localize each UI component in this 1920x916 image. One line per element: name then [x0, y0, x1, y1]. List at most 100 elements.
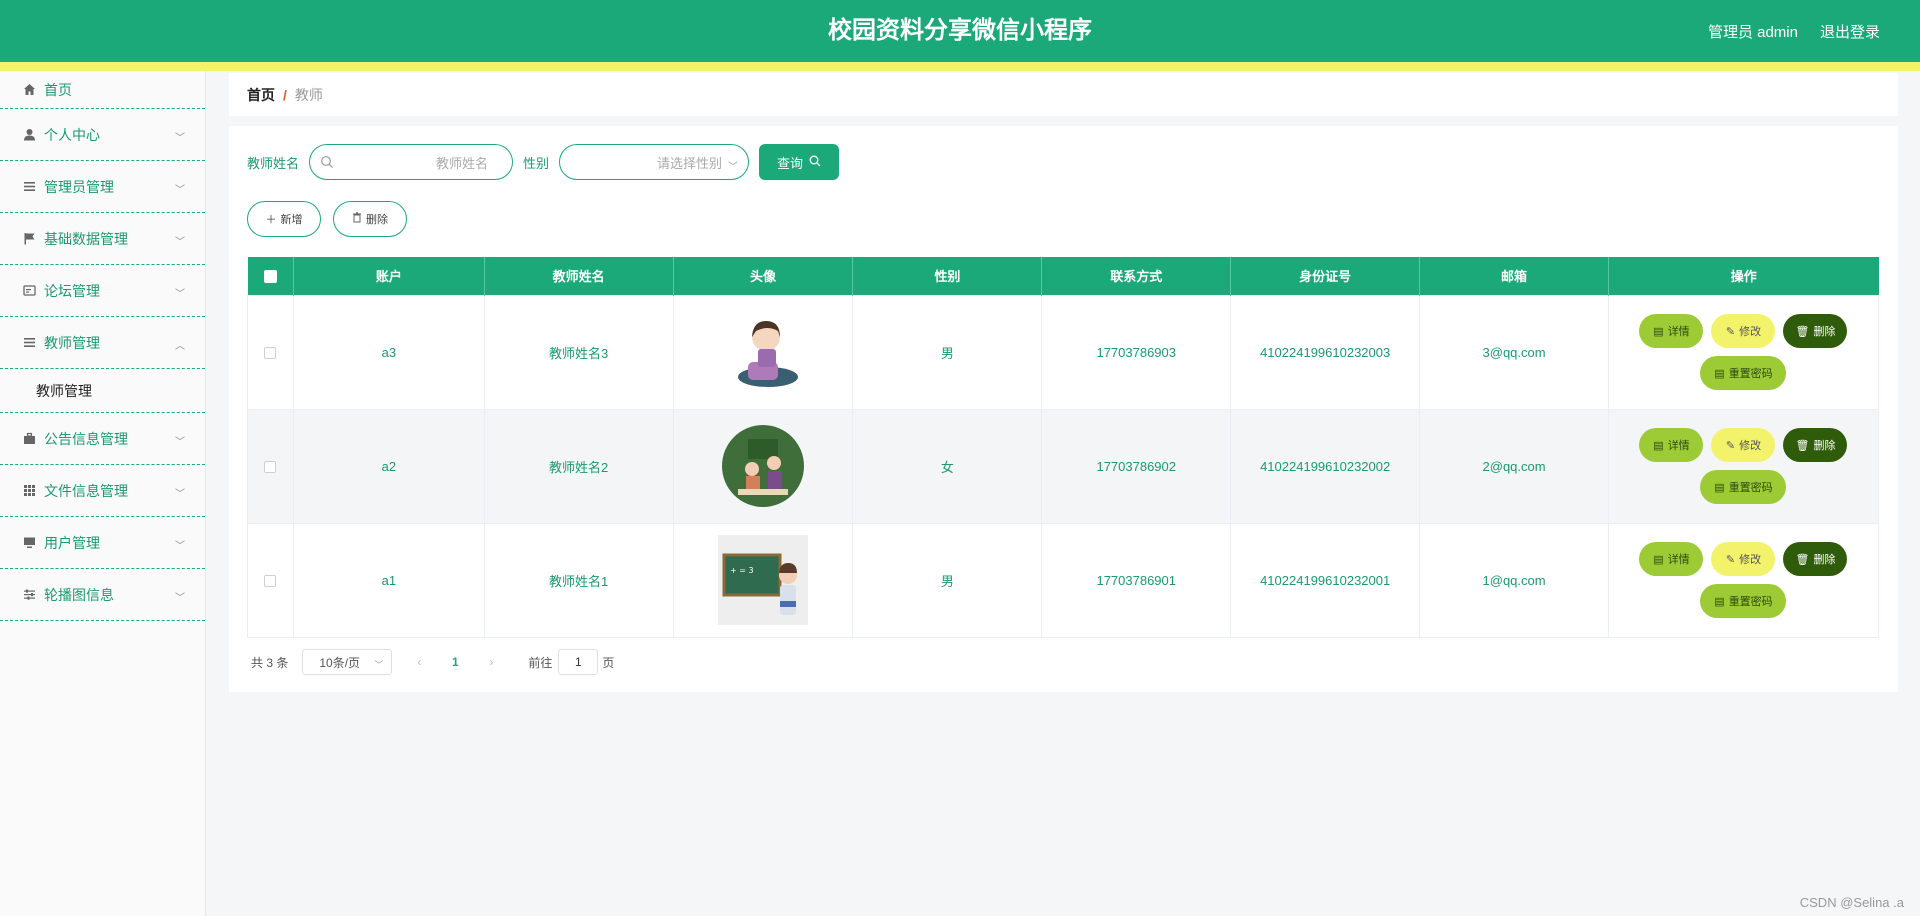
monitor-icon	[22, 536, 36, 550]
sidebar-item-label: 文件信息管理	[44, 482, 128, 499]
chevron-down-icon: ﹀	[175, 488, 185, 500]
total-count: 共 3 条	[251, 655, 289, 670]
top-header: 校园资料分享微信小程序 管理员 admin 退出登录	[0, 0, 1920, 62]
avatar[interactable]: + = 3	[718, 535, 809, 625]
batch-delete-button[interactable]: 删除	[333, 201, 407, 237]
name-cell: 教师姓名2	[483, 408, 674, 524]
chevron-down-icon: ﹀	[175, 236, 185, 248]
document-icon: ▤	[1714, 367, 1725, 380]
sidebar-item-carousel-info[interactable]: 轮播图信息 ﹀	[0, 569, 205, 621]
table-row: a2 教师姓名2 女 17703786902 41022419961023200…	[247, 408, 1880, 524]
sidebar-item-label: 基础数据管理	[44, 230, 128, 247]
forum-icon	[22, 284, 36, 298]
id-card-cell: 410224199610232001	[1230, 522, 1421, 638]
sidebar-item-user-management[interactable]: 用户管理 ﹀	[0, 517, 205, 569]
row-checkbox[interactable]	[264, 461, 277, 474]
header-accent-strip	[0, 62, 1920, 71]
query-button[interactable]: 查询	[759, 144, 840, 180]
prev-page-button[interactable]: ‹	[406, 655, 432, 669]
name-cell: 教师姓名1	[483, 522, 674, 638]
sidebar-item-teacher-management[interactable]: 教师管理 ︿	[0, 317, 205, 369]
query-button-label: 查询	[777, 155, 804, 171]
reset-password-button[interactable]: ▤ 重置密码	[1700, 470, 1787, 504]
row-checkbox[interactable]	[264, 575, 277, 588]
account-cell: a2	[292, 408, 485, 524]
delete-button[interactable]: 🗑 删除	[1783, 542, 1848, 576]
sidebar-item-file-management[interactable]: 文件信息管理 ﹀	[0, 465, 205, 517]
table-row: a3 教师姓名3 男 17703786903 41022419961023200…	[247, 294, 1880, 410]
sidebar-item-label: 轮播图信息	[44, 586, 114, 603]
operations-cell: ▤ 详情 ✎ 修改 🗑 删除 ▤ 重置密码	[1607, 522, 1880, 638]
edit-button-label: 修改	[1739, 440, 1762, 452]
reset-password-button[interactable]: ▤ 重置密码	[1700, 356, 1787, 390]
select-all-checkbox[interactable]	[263, 270, 277, 284]
delete-button[interactable]: 🗑 删除	[1783, 314, 1848, 348]
reset-password-button[interactable]: ▤ 重置密码	[1700, 584, 1787, 618]
edit-button[interactable]: ✎ 修改	[1711, 428, 1776, 462]
edit-button-label: 修改	[1739, 554, 1762, 566]
gender-cell: 男	[852, 522, 1043, 638]
sidebar-item-notice-management[interactable]: 公告信息管理 ﹀	[0, 413, 205, 465]
gender-select[interactable]: 请选择性别 ﹀	[559, 144, 750, 180]
operations-cell: ▤ 详情 ✎ 修改 🗑 删除 ▤ 重置密码	[1607, 294, 1880, 410]
submenu-item-teacher-management[interactable]: 教师管理	[0, 369, 205, 413]
goto-suffix: 页	[602, 655, 615, 670]
detail-button-label: 详情	[1667, 554, 1690, 566]
sidebar-item-forum-management[interactable]: 论坛管理 ﹀	[0, 265, 205, 317]
search-icon	[809, 155, 821, 170]
add-button[interactable]: ＋ 新增	[247, 201, 321, 237]
logout-link[interactable]: 退出登录	[1820, 21, 1880, 42]
chevron-down-icon: ﹀	[175, 288, 185, 300]
page-number[interactable]: 1	[440, 655, 470, 669]
detail-button[interactable]: ▤ 详情	[1639, 428, 1704, 462]
next-page-button[interactable]: ›	[478, 655, 504, 669]
id-card-cell: 410224199610232003	[1230, 294, 1421, 410]
batch-delete-button-label: 删除	[366, 214, 388, 226]
avatar[interactable]	[718, 421, 809, 511]
edit-button-label: 修改	[1739, 326, 1762, 338]
detail-button[interactable]: ▤ 详情	[1639, 542, 1704, 576]
phone-cell: 17703786903	[1041, 294, 1232, 410]
action-bar: ＋ 新增 删除	[247, 201, 407, 237]
goto-page-input[interactable]: 1	[558, 649, 599, 675]
sidebar-item-label: 论坛管理	[44, 282, 100, 299]
row-checkbox[interactable]	[264, 347, 277, 360]
select-all-cell	[247, 257, 294, 295]
chevron-down-icon: ﹀	[175, 592, 185, 604]
teacher-name-label: 教师姓名	[247, 155, 300, 171]
column-header: 性别	[852, 257, 1043, 295]
column-header: 身份证号	[1230, 257, 1421, 295]
header-user-area: 管理员 admin 退出登录	[1708, 0, 1880, 62]
column-header: 头像	[673, 257, 854, 295]
svg-text:+ = 3: + = 3	[730, 566, 754, 575]
column-header: 操作	[1608, 257, 1879, 295]
table-row: a1 教师姓名1 + = 3 男 17703786901 41022419961…	[247, 522, 1880, 638]
delete-button[interactable]: 🗑 删除	[1783, 428, 1848, 462]
gender-select-placeholder: 请选择性别	[657, 155, 723, 171]
page-size-select[interactable]: 10条/页 ﹀	[302, 649, 393, 675]
grid-icon	[22, 484, 36, 498]
sidebar-item-personal-center[interactable]: 个人中心 ﹀	[0, 109, 205, 161]
detail-button[interactable]: ▤ 详情	[1639, 314, 1704, 348]
edit-button[interactable]: ✎ 修改	[1711, 314, 1776, 348]
teacher-name-input[interactable]: 教师姓名	[309, 144, 514, 180]
column-header: 账户	[293, 257, 485, 295]
avatar-cell: + = 3	[672, 522, 854, 638]
sidebar-item-label: 首页	[44, 81, 72, 98]
trash-icon: 🗑	[1795, 439, 1810, 452]
search-bar: 教师姓名 教师姓名 性别 请选择性别 ﹀ 查询	[247, 144, 840, 180]
sidebar-item-label: 教师管理	[44, 334, 100, 351]
breadcrumb-home[interactable]: 首页	[247, 85, 275, 105]
detail-button-label: 详情	[1667, 440, 1690, 452]
row-select-cell	[247, 294, 294, 410]
sidebar-item-admin-management[interactable]: 管理员管理 ﹀	[0, 161, 205, 213]
sidebar-item-home[interactable]: 首页	[0, 71, 205, 109]
email-cell: 2@qq.com	[1419, 408, 1609, 524]
chevron-down-icon: ﹀	[728, 162, 739, 173]
document-icon: ▤	[1653, 325, 1664, 338]
edit-button[interactable]: ✎ 修改	[1711, 542, 1776, 576]
avatar[interactable]	[718, 307, 809, 397]
chevron-down-icon: ﹀	[175, 184, 185, 196]
account-cell: a1	[292, 522, 485, 638]
sidebar-item-base-data-management[interactable]: 基础数据管理 ﹀	[0, 213, 205, 265]
